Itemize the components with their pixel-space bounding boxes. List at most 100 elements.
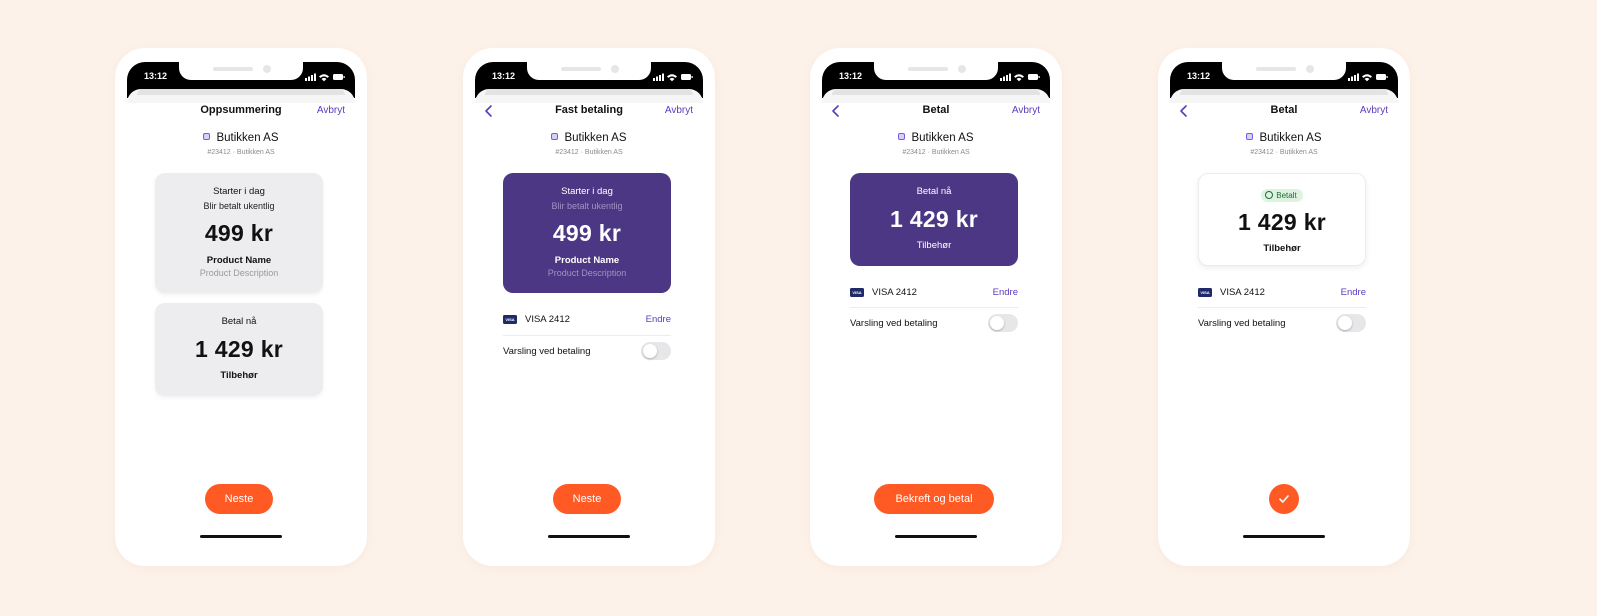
product-description: Product Description [199, 268, 279, 278]
visa-card-icon: VISA [1198, 287, 1212, 297]
notify-toggle[interactable] [988, 314, 1018, 332]
paid-card: Betalt 1 429 kr Tilbehør [1198, 173, 1366, 266]
subscription-card: Starter i dag Blir betalt ukentlig 499 k… [155, 173, 323, 293]
paid-sub: Tilbehør [1263, 243, 1301, 254]
subscription-card: Starter i dag Blir betalt ukentlig 499 k… [503, 173, 671, 293]
merchant-name-label: Butikken AS [216, 132, 279, 144]
notify-row: Varsling ved betaling [503, 340, 671, 362]
phone-summary: 13:12 Oppsummering Avbryt Butikken AS #2… [115, 48, 367, 566]
merchant-logo-icon [203, 133, 211, 140]
notify-label: Varsling ved betaling [503, 345, 591, 357]
home-indicator [1243, 535, 1325, 538]
subscription-frequency: Blir betalt ukentlig [551, 201, 623, 211]
sheet-edge [127, 89, 355, 103]
done-button[interactable] [1269, 484, 1299, 514]
merchant-sub: #23412 · Butikken AS [902, 149, 970, 156]
merchant-sub: #23412 · Butikken AS [555, 149, 623, 156]
status-time: 13:12 [839, 71, 863, 81]
merchant-logo-icon [551, 133, 559, 140]
subscription-amount: 499 kr [204, 220, 274, 246]
next-button[interactable]: Neste [553, 484, 621, 514]
sheet-edge [475, 89, 703, 103]
pay-now-amount: 1 429 kr [194, 336, 284, 362]
phone-pay: 13:12 Betal Avbryt Butikken AS #23412 · … [810, 48, 1062, 566]
notch [1222, 62, 1346, 80]
status-time: 13:12 [144, 71, 168, 81]
pay-now-card: Betal nå 1 429 kr Tilbehør [155, 303, 323, 396]
paid-badge: Betalt [1261, 189, 1303, 202]
home-indicator [548, 535, 630, 538]
product-name: Product Name [206, 255, 272, 266]
cancel-button[interactable]: Avbryt [1360, 105, 1388, 116]
pay-now-amount: 1 429 kr [889, 206, 979, 232]
cancel-button[interactable]: Avbryt [665, 105, 693, 116]
pay-now-sub: Tilbehør [916, 240, 952, 251]
showcase-stage: 13:12 Oppsummering Avbryt Butikken AS #2… [0, 0, 1597, 616]
payment-method-label: VISA 2412 [1220, 286, 1265, 298]
confirm-and-pay-button[interactable]: Bekreft og betal [874, 484, 994, 514]
change-payment-button[interactable]: Endre [993, 287, 1018, 298]
notify-label: Varsling ved betaling [850, 317, 938, 329]
paid-badge-label: Betalt [1276, 191, 1297, 200]
pay-now-card: Betal nå 1 429 kr Tilbehør [850, 173, 1018, 266]
notify-row: Varsling ved betaling [1198, 312, 1366, 334]
paid-amount: 1 429 kr [1237, 209, 1327, 235]
merchant-sub: #23412 · Butikken AS [1250, 149, 1318, 156]
status-icons [653, 73, 693, 82]
payment-method-label: VISA 2412 [872, 286, 917, 298]
merchant-name: Butikken AS [463, 132, 715, 144]
pay-now-label: Betal nå [916, 186, 952, 197]
notify-toggle[interactable] [1336, 314, 1366, 332]
payment-method-row: VISA VISA 2412 Endre [850, 281, 1018, 303]
pay-now-sub: Tilbehør [220, 370, 258, 381]
merchant-name-label: Butikken AS [1259, 132, 1322, 144]
merchant-name: Butikken AS [1158, 132, 1410, 144]
payment-method-row: VISA VISA 2412 Endre [503, 308, 671, 330]
divider [1198, 307, 1366, 308]
cancel-button[interactable]: Avbryt [1012, 105, 1040, 116]
subscription-start: Starter i dag [561, 186, 613, 197]
visa-card-icon: VISA [503, 314, 517, 324]
payment-method-label: VISA 2412 [525, 313, 570, 325]
home-indicator [200, 535, 282, 538]
product-name: Product Name [554, 255, 620, 266]
merchant-sub: #23412 · Butikken AS [207, 149, 275, 156]
status-icons [1348, 73, 1388, 82]
merchant-name: Butikken AS [810, 132, 1062, 144]
status-time: 13:12 [492, 71, 516, 81]
divider [850, 307, 1018, 308]
notch [874, 62, 998, 80]
merchant-name-label: Butikken AS [564, 132, 627, 144]
checkmark-icon [1279, 495, 1289, 503]
sheet-edge [1170, 89, 1398, 103]
visa-card-icon: VISA [850, 287, 864, 297]
merchant-logo-icon [898, 133, 906, 140]
product-description: Product Description [547, 268, 627, 278]
status-icons [1000, 73, 1040, 82]
home-indicator [895, 535, 977, 538]
merchant-logo-icon [1246, 133, 1254, 140]
change-payment-button[interactable]: Endre [646, 314, 671, 325]
merchant-name-label: Butikken AS [911, 132, 974, 144]
check-circle-icon [1265, 191, 1274, 199]
next-button[interactable]: Neste [205, 484, 273, 514]
phone-paid: 13:12 Betal Avbryt Butikken AS #23412 · … [1158, 48, 1410, 566]
notify-label: Varsling ved betaling [1198, 317, 1286, 329]
status-time: 13:12 [1187, 71, 1211, 81]
divider [503, 335, 671, 336]
notify-row: Varsling ved betaling [850, 312, 1018, 334]
sheet-edge [822, 89, 1050, 103]
cancel-button[interactable]: Avbryt [317, 105, 345, 116]
phone-recurring-payment: 13:12 Fast betaling Avbryt Butikken AS #… [463, 48, 715, 566]
status-icons [305, 73, 345, 82]
notch [527, 62, 651, 80]
subscription-start: Starter i dag [213, 186, 265, 197]
pay-now-label: Betal nå [221, 316, 257, 327]
change-payment-button[interactable]: Endre [1341, 287, 1366, 298]
notch [179, 62, 303, 80]
merchant-name: Butikken AS [115, 132, 367, 144]
subscription-frequency: Blir betalt ukentlig [203, 201, 275, 211]
subscription-amount: 499 kr [552, 220, 622, 246]
notify-toggle[interactable] [641, 342, 671, 360]
payment-method-row: VISA VISA 2412 Endre [1198, 281, 1366, 303]
